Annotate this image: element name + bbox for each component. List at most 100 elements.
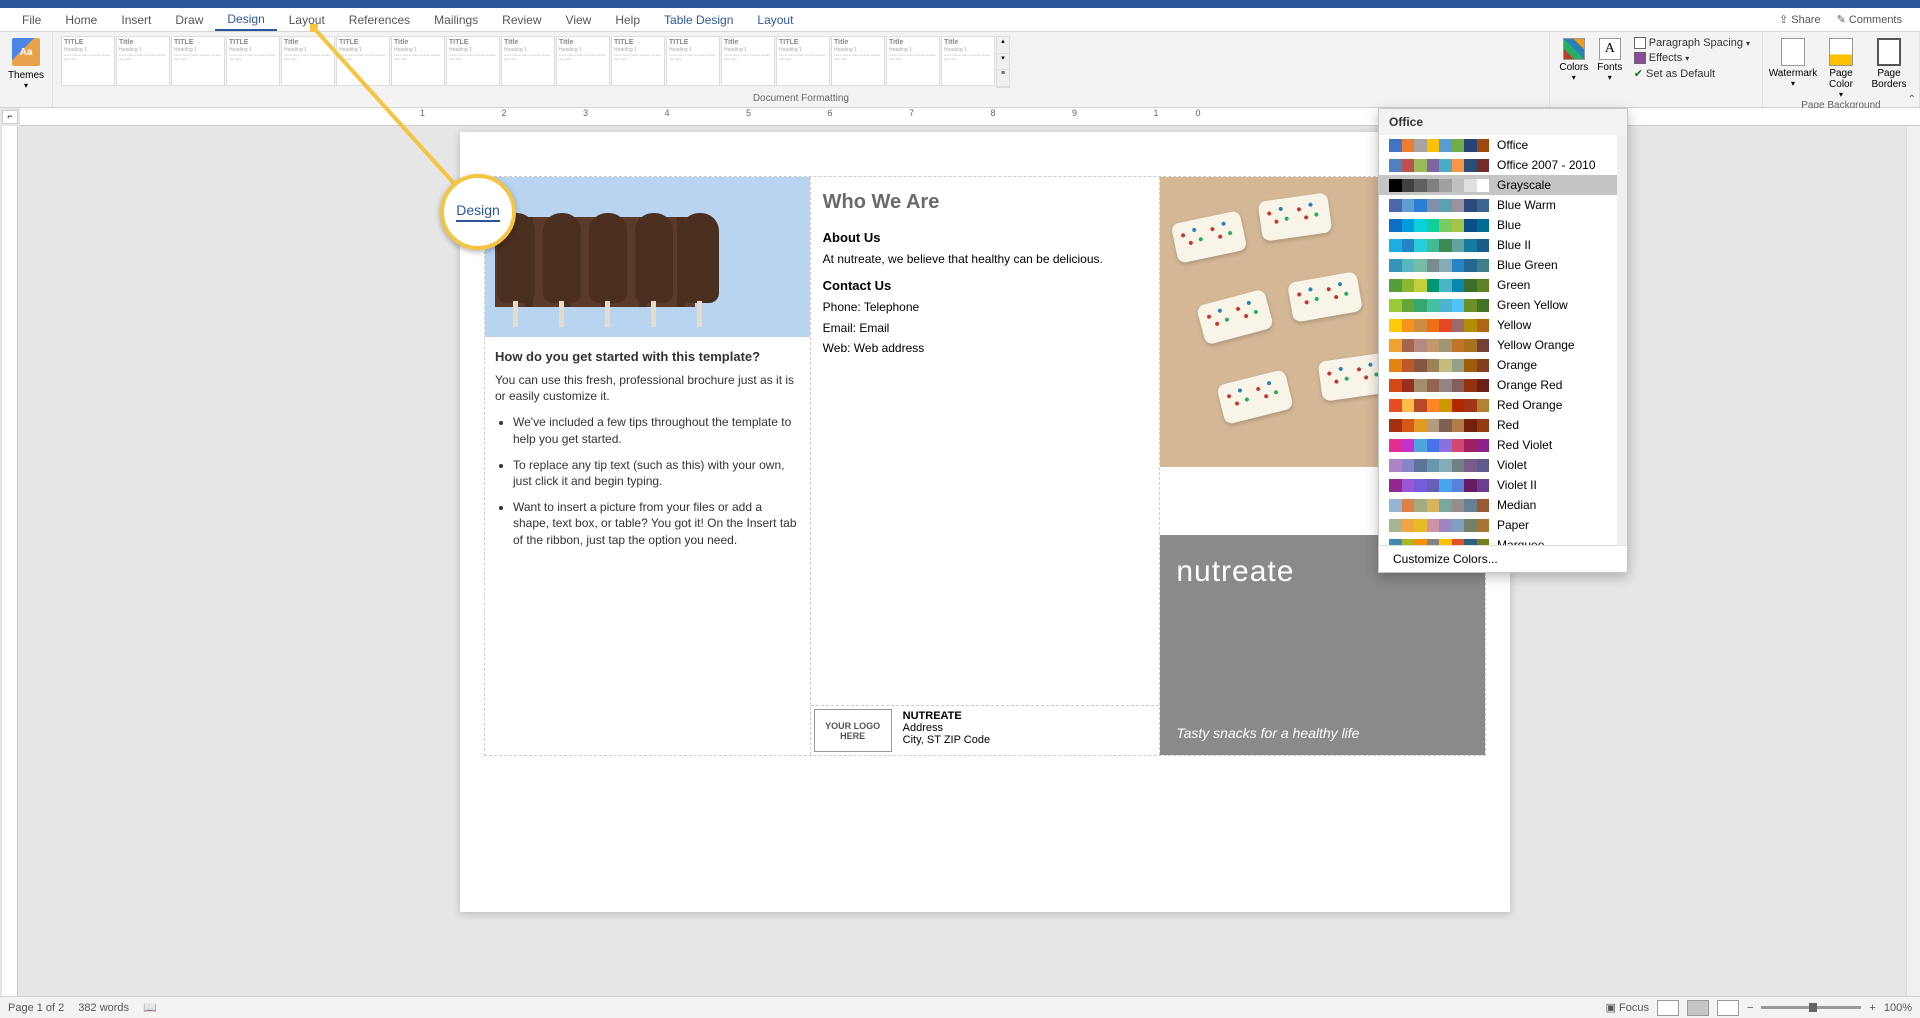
vertical-scrollbar[interactable]	[1906, 126, 1920, 996]
tab-design[interactable]: Design	[215, 9, 276, 31]
color-scheme-item[interactable]: Blue II	[1379, 235, 1617, 255]
color-scheme-item[interactable]: Blue Warm	[1379, 195, 1617, 215]
panel1-image[interactable]	[485, 177, 810, 337]
color-scheme-item[interactable]: Orange Red	[1379, 375, 1617, 395]
page-borders-button[interactable]: Page Borders	[1865, 34, 1913, 99]
tab-draw[interactable]: Draw	[163, 10, 215, 30]
tab-help[interactable]: Help	[603, 10, 652, 30]
style-gallery-item[interactable]: TITLEHeading 1Lorem ipsum dolor sit amet…	[171, 36, 225, 86]
tab-home[interactable]: Home	[53, 10, 109, 30]
panel1-heading[interactable]: How do you get started with this templat…	[495, 349, 800, 364]
panel1-li1[interactable]: We've included a few tips throughout the…	[513, 414, 800, 446]
gallery-up[interactable]: ▴	[997, 37, 1009, 54]
horizontal-ruler[interactable]: 1 2 3 4 5 6 7 8 9 10	[20, 108, 1920, 126]
scroll-down-button[interactable]: ▾	[1617, 533, 1627, 545]
style-gallery-item[interactable]: TitleHeading 1Lorem ipsum dolor sit amet…	[886, 36, 940, 86]
focus-button[interactable]: ▣ Focus	[1606, 1001, 1649, 1014]
proofing-icon[interactable]: 📖	[143, 1001, 157, 1014]
address-line1[interactable]: Address	[903, 722, 990, 734]
style-gallery-item[interactable]: TitleHeading 1Lorem ipsum dolor sit amet…	[831, 36, 885, 86]
email-text[interactable]: Email: Email	[823, 320, 1148, 337]
color-scheme-item[interactable]: Red Violet	[1379, 435, 1617, 455]
color-scheme-item[interactable]: Yellow Orange	[1379, 335, 1617, 355]
color-scheme-item[interactable]: Marquee	[1379, 535, 1617, 545]
scrollbar-thumb[interactable]	[1617, 147, 1627, 507]
brochure-panel-2[interactable]: Who We Are About Us At nutreate, we beli…	[811, 177, 1161, 755]
color-scheme-item[interactable]: Violet II	[1379, 475, 1617, 495]
set-default-button[interactable]: ✔Set as Default	[1632, 66, 1752, 81]
phone-text[interactable]: Phone: Telephone	[823, 299, 1148, 316]
gallery-more[interactable]: ≡	[997, 70, 1009, 87]
logo-placeholder[interactable]: YOUR LOGO HERE	[814, 709, 892, 752]
page-indicator[interactable]: Page 1 of 2	[8, 1002, 64, 1014]
tab-references[interactable]: References	[337, 10, 422, 30]
page-color-button[interactable]: Page Color▾	[1817, 34, 1865, 99]
color-scheme-item[interactable]: Yellow	[1379, 315, 1617, 335]
style-gallery-item[interactable]: TitleHeading 1Lorem ipsum dolor sit amet…	[281, 36, 335, 86]
style-gallery-item[interactable]: TITLEHeading 1Lorem ipsum dolor sit amet…	[446, 36, 500, 86]
web-text[interactable]: Web: Web address	[823, 340, 1148, 357]
color-scheme-item[interactable]: Grayscale	[1379, 175, 1617, 195]
comments-button[interactable]: ✎Comments	[1829, 11, 1910, 28]
zoom-in-button[interactable]: +	[1869, 1002, 1875, 1014]
print-layout-button[interactable]	[1687, 1000, 1709, 1016]
tagline[interactable]: Tasty snacks for a healthy life	[1176, 725, 1359, 741]
collapse-ribbon-button[interactable]: ⌃	[1908, 94, 1916, 105]
style-gallery-item[interactable]: TITLEHeading 1Lorem ipsum dolor sit amet…	[611, 36, 665, 86]
style-gallery-item[interactable]: TitleHeading 1Lorem ipsum dolor sit amet…	[556, 36, 610, 86]
tab-insert[interactable]: Insert	[109, 10, 163, 30]
style-gallery-item[interactable]: TITLEHeading 1Lorem ipsum dolor sit amet…	[226, 36, 280, 86]
paragraph-spacing-button[interactable]: Paragraph Spacing ▾	[1632, 36, 1752, 50]
company-name[interactable]: NUTREATE	[903, 710, 990, 722]
tab-table-design[interactable]: Table Design	[652, 10, 745, 30]
style-gallery-item[interactable]: TITLEHeading 1Lorem ipsum dolor sit amet…	[61, 36, 115, 86]
color-scheme-item[interactable]: Violet	[1379, 455, 1617, 475]
color-scheme-item[interactable]: Green	[1379, 275, 1617, 295]
word-count[interactable]: 382 words	[78, 1002, 129, 1014]
share-button[interactable]: ⇪Share	[1771, 11, 1829, 28]
about-heading[interactable]: About Us	[823, 230, 1148, 245]
style-gallery[interactable]: TITLEHeading 1Lorem ipsum dolor sit amet…	[59, 34, 1543, 90]
customize-colors-button[interactable]: Customize Colors...	[1379, 545, 1627, 572]
zoom-slider[interactable]	[1761, 1006, 1861, 1009]
color-scheme-item[interactable]: Orange	[1379, 355, 1617, 375]
fonts-button[interactable]: A Fonts▾	[1592, 34, 1628, 90]
color-scheme-item[interactable]: Red Orange	[1379, 395, 1617, 415]
style-gallery-item[interactable]: TITLEHeading 1Lorem ipsum dolor sit amet…	[336, 36, 390, 86]
color-scheme-item[interactable]: Red	[1379, 415, 1617, 435]
vertical-ruler[interactable]	[2, 126, 18, 996]
color-scheme-item[interactable]: Blue	[1379, 215, 1617, 235]
style-gallery-item[interactable]: TITLEHeading 1Lorem ipsum dolor sit amet…	[776, 36, 830, 86]
style-gallery-item[interactable]: TitleHeading 1Lorem ipsum dolor sit amet…	[941, 36, 995, 86]
style-gallery-item[interactable]: TitleHeading 1Lorem ipsum dolor sit amet…	[721, 36, 775, 86]
tab-view[interactable]: View	[554, 10, 604, 30]
panel1-li2[interactable]: To replace any tip text (such as this) w…	[513, 457, 800, 489]
tab-table-layout[interactable]: Layout	[745, 10, 805, 30]
themes-button[interactable]: Aa Themes ▾	[6, 34, 46, 90]
color-scheme-item[interactable]: Blue Green	[1379, 255, 1617, 275]
dropdown-scrollbar[interactable]: ▴ ▾	[1617, 135, 1627, 545]
style-gallery-item[interactable]: TITLEHeading 1Lorem ipsum dolor sit amet…	[666, 36, 720, 86]
about-text[interactable]: At nutreate, we believe that healthy can…	[823, 251, 1148, 268]
zoom-level[interactable]: 100%	[1884, 1002, 1912, 1014]
style-gallery-item[interactable]: TitleHeading 1Lorem ipsum dolor sit amet…	[116, 36, 170, 86]
zoom-out-button[interactable]: −	[1747, 1002, 1753, 1014]
style-gallery-item[interactable]: TitleHeading 1Lorem ipsum dolor sit amet…	[391, 36, 445, 86]
color-scheme-item[interactable]: Office	[1379, 135, 1617, 155]
tab-file[interactable]: File	[10, 10, 53, 30]
colors-button[interactable]: Colors▾	[1556, 34, 1592, 90]
ruler-corner[interactable]: ⌐	[2, 110, 18, 124]
read-mode-button[interactable]	[1657, 1000, 1679, 1016]
watermark-button[interactable]: Watermark▾	[1769, 34, 1817, 99]
tab-layout[interactable]: Layout	[277, 10, 337, 30]
brochure-panel-1[interactable]: How do you get started with this templat…	[485, 177, 811, 755]
tab-review[interactable]: Review	[490, 10, 553, 30]
address-line2[interactable]: City, ST ZIP Code	[903, 734, 990, 746]
color-scheme-item[interactable]: Median	[1379, 495, 1617, 515]
gallery-down[interactable]: ▾	[997, 54, 1009, 71]
web-layout-button[interactable]	[1717, 1000, 1739, 1016]
document-page[interactable]: How do you get started with this templat…	[460, 132, 1510, 912]
style-gallery-item[interactable]: TitleHeading 1Lorem ipsum dolor sit amet…	[501, 36, 555, 86]
effects-button[interactable]: Effects ▾	[1632, 51, 1752, 65]
panel1-para[interactable]: You can use this fresh, professional bro…	[495, 372, 800, 404]
